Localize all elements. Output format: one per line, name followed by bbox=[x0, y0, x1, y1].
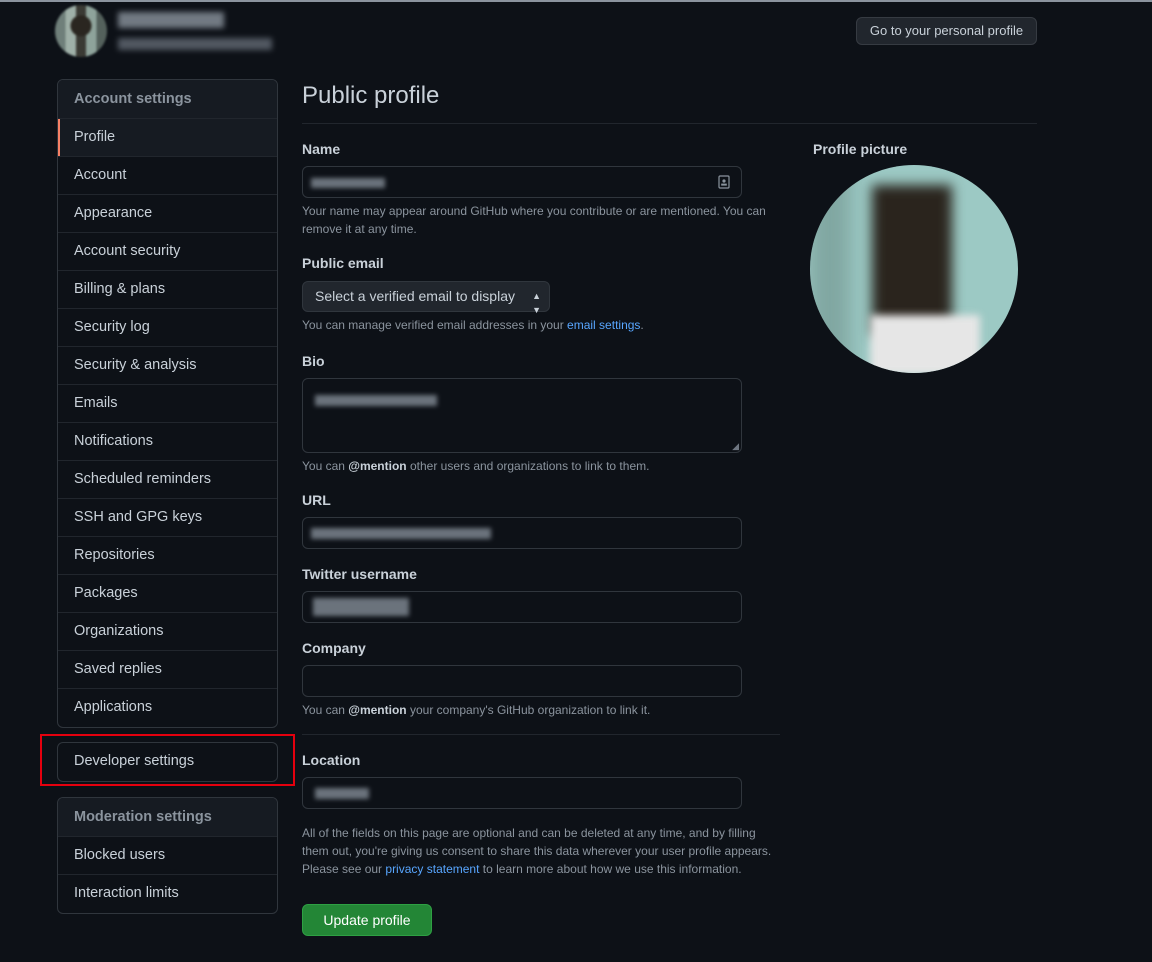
moderation-settings-heading: Moderation settings bbox=[58, 798, 277, 837]
select-caret-icon: ▲ ▼ bbox=[532, 291, 541, 315]
bio-textarea[interactable]: ◢ bbox=[302, 378, 742, 453]
bio-note: You can @mention other users and organiz… bbox=[302, 457, 780, 475]
company-note-prefix: You can bbox=[302, 703, 349, 717]
public-email-note: You can manage verified email addresses … bbox=[302, 316, 780, 334]
update-profile-button[interactable]: Update profile bbox=[302, 904, 432, 936]
user-subtitle-redacted bbox=[118, 38, 272, 50]
sidebar-item-repositories[interactable]: Repositories bbox=[58, 537, 277, 575]
public-email-label: Public email bbox=[302, 255, 384, 271]
sidebar-item-organizations[interactable]: Organizations bbox=[58, 613, 277, 651]
company-note: You can @mention your company's GitHub o… bbox=[302, 701, 780, 719]
sidebar-item-notifications[interactable]: Notifications bbox=[58, 423, 277, 461]
avatar[interactable] bbox=[55, 5, 107, 57]
title-divider bbox=[302, 123, 1037, 124]
company-field[interactable] bbox=[302, 665, 742, 697]
bio-value-redacted bbox=[315, 395, 437, 406]
bio-label: Bio bbox=[302, 353, 325, 369]
twitter-field[interactable] bbox=[302, 591, 742, 623]
sidebar-item-security-log[interactable]: Security log bbox=[58, 309, 277, 347]
bio-note-prefix: You can bbox=[302, 459, 349, 473]
location-label: Location bbox=[302, 752, 361, 768]
location-field[interactable] bbox=[302, 777, 742, 809]
company-note-mention: @mention bbox=[348, 703, 407, 717]
url-field[interactable] bbox=[302, 517, 742, 549]
location-value-redacted bbox=[315, 788, 369, 799]
public-email-selected-value: Select a verified email to display bbox=[315, 288, 515, 304]
sidebar-item-packages[interactable]: Packages bbox=[58, 575, 277, 613]
contact-card-icon bbox=[718, 175, 730, 192]
profile-picture-face bbox=[872, 185, 952, 335]
company-label: Company bbox=[302, 640, 366, 656]
sidebar-item-saved-replies[interactable]: Saved replies bbox=[58, 651, 277, 689]
sidebar-item-profile[interactable]: Profile bbox=[58, 119, 277, 157]
public-email-note-prefix: You can manage verified email addresses … bbox=[302, 318, 568, 332]
sidebar-item-appearance[interactable]: Appearance bbox=[58, 195, 277, 233]
url-value-redacted bbox=[311, 528, 491, 539]
name-value-redacted bbox=[311, 178, 385, 188]
sidebar-item-account[interactable]: Account bbox=[58, 157, 277, 195]
resize-handle-icon: ◢ bbox=[732, 441, 739, 451]
profile-header: Go to your personal profile bbox=[0, 0, 1152, 60]
privacy-note-suffix: to learn more about how we use this info… bbox=[479, 862, 742, 876]
name-label: Name bbox=[302, 141, 341, 157]
url-label: URL bbox=[302, 492, 331, 508]
privacy-statement-link[interactable]: privacy statement bbox=[385, 862, 479, 876]
profile-picture-shade bbox=[810, 165, 850, 373]
profile-picture-shirt bbox=[870, 315, 980, 373]
bio-note-mention: @mention bbox=[348, 459, 407, 473]
twitter-value-redacted bbox=[313, 598, 409, 616]
profile-picture[interactable] bbox=[810, 165, 1018, 373]
page-title: Public profile bbox=[302, 82, 440, 109]
public-email-select[interactable]: Select a verified email to display ▲ ▼ bbox=[302, 281, 550, 315]
profile-picture-label: Profile picture bbox=[813, 141, 908, 157]
email-settings-link[interactable]: email settings bbox=[567, 318, 640, 332]
highlight-box bbox=[40, 734, 295, 786]
sidebar-item-applications[interactable]: Applications bbox=[58, 689, 277, 727]
sidebar-item-billing-plans[interactable]: Billing & plans bbox=[58, 271, 277, 309]
public-email-note-suffix: . bbox=[640, 318, 644, 332]
name-field[interactable] bbox=[302, 166, 742, 198]
sidebar-item-blocked-users[interactable]: Blocked users bbox=[58, 837, 277, 875]
section-divider bbox=[302, 734, 780, 735]
sidebar-item-interaction-limits[interactable]: Interaction limits bbox=[58, 875, 277, 913]
sidebar-item-security-analysis[interactable]: Security & analysis bbox=[58, 347, 277, 385]
sidebar-item-ssh-gpg-keys[interactable]: SSH and GPG keys bbox=[58, 499, 277, 537]
bio-note-suffix: other users and organizations to link to… bbox=[406, 459, 650, 473]
sidebar-item-scheduled-reminders[interactable]: Scheduled reminders bbox=[58, 461, 277, 499]
name-note: Your name may appear around GitHub where… bbox=[302, 204, 766, 236]
moderation-settings-menu: Moderation settings Blocked users Intera… bbox=[57, 797, 278, 914]
go-to-personal-profile-button[interactable]: Go to your personal profile bbox=[856, 17, 1037, 45]
account-settings-menu: Account settings Profile Account Appeara… bbox=[57, 79, 278, 728]
twitter-label: Twitter username bbox=[302, 566, 417, 582]
company-note-suffix: your company's GitHub organization to li… bbox=[406, 703, 651, 717]
account-settings-heading: Account settings bbox=[58, 80, 277, 119]
sidebar-item-emails[interactable]: Emails bbox=[58, 385, 277, 423]
privacy-note: All of the fields on this page are optio… bbox=[302, 824, 772, 878]
user-name-redacted bbox=[118, 12, 224, 28]
sidebar-item-account-security[interactable]: Account security bbox=[58, 233, 277, 271]
